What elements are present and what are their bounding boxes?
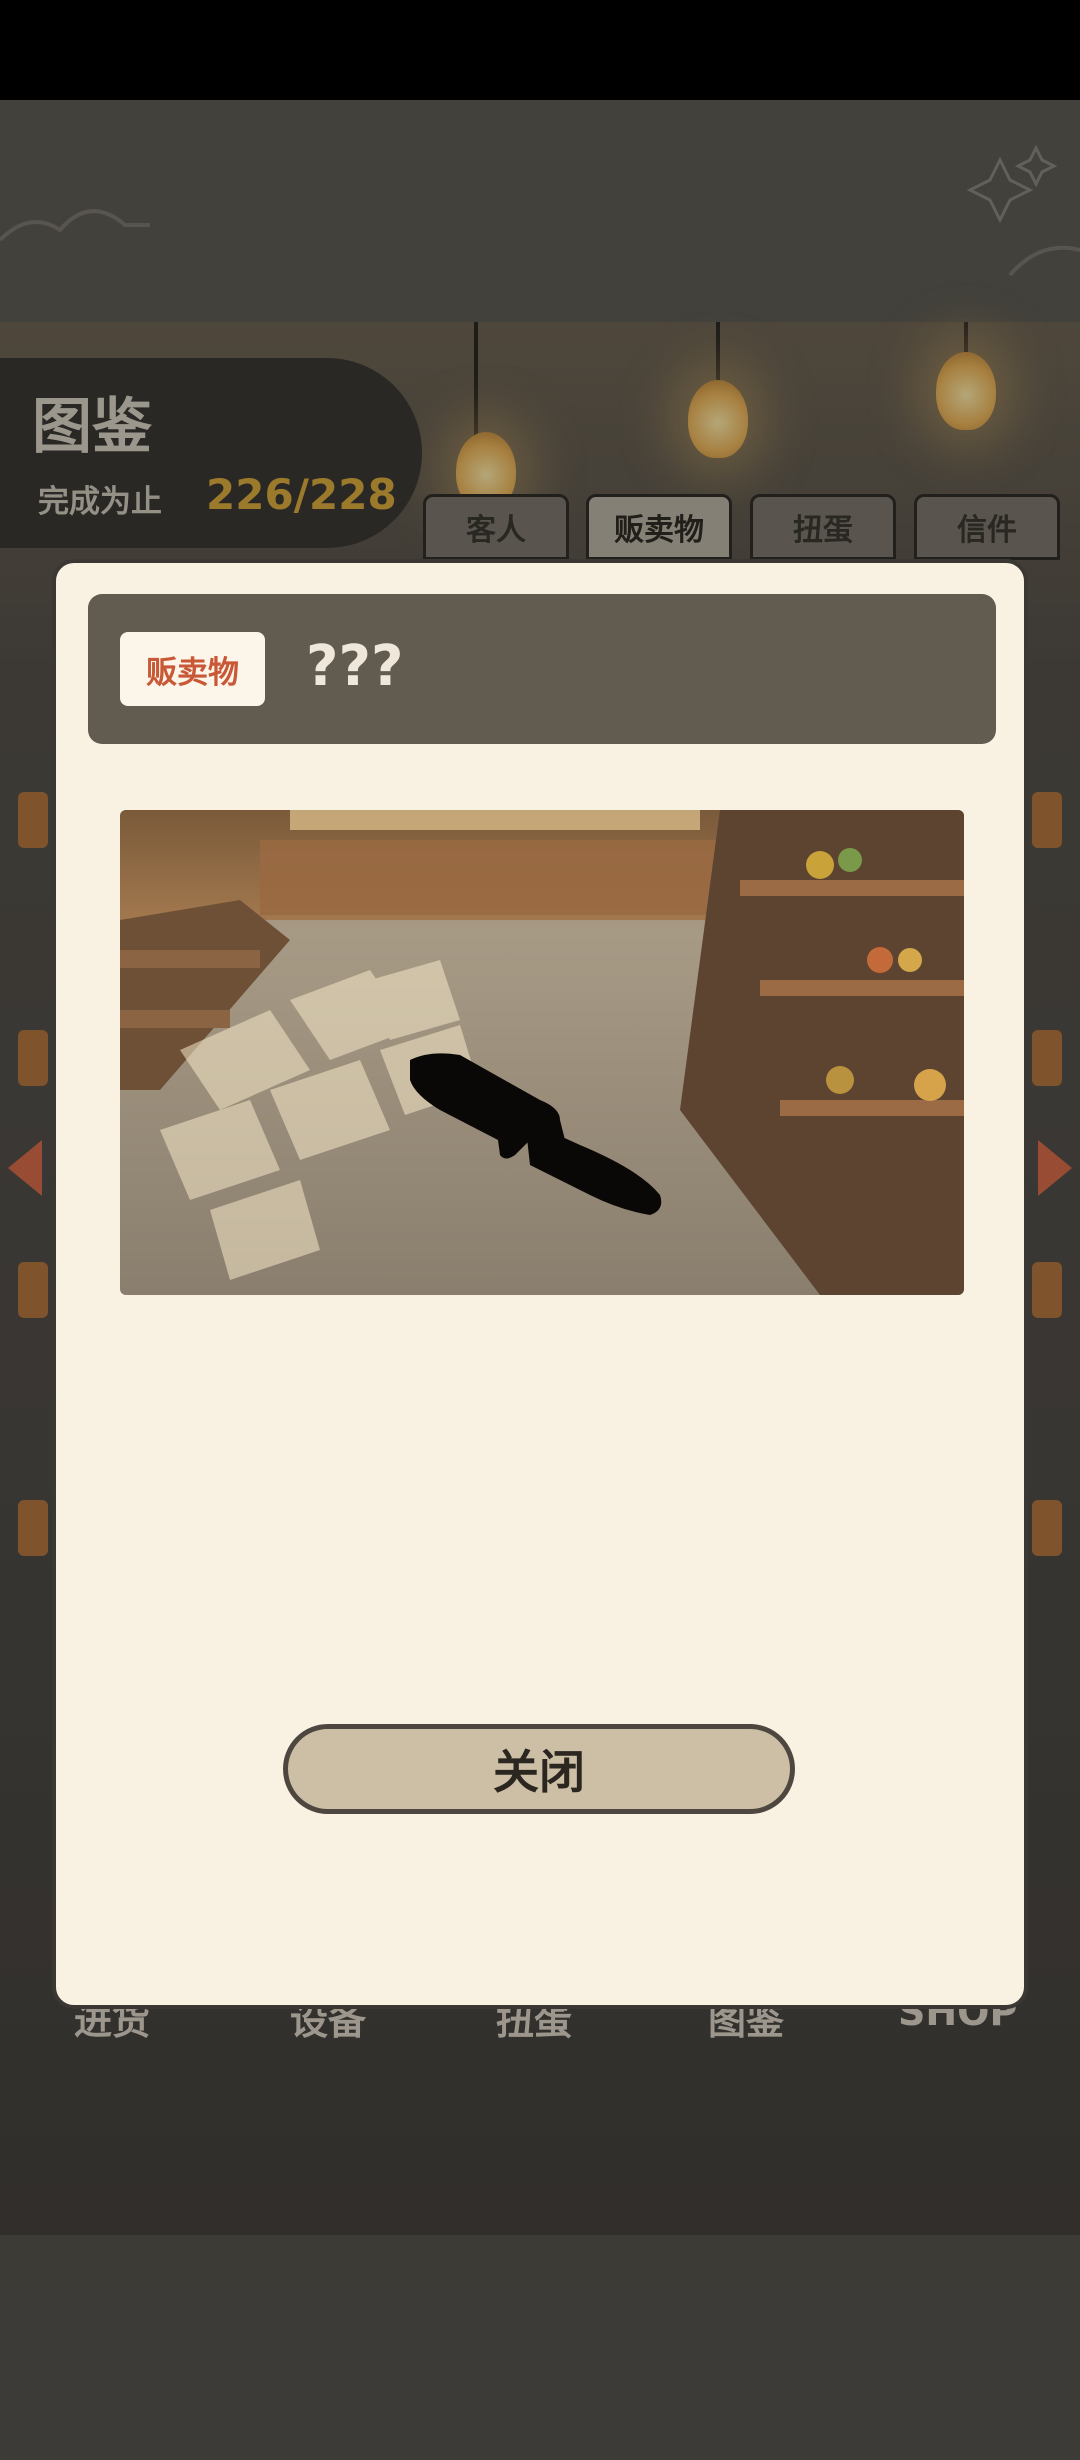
- status-bar: [0, 0, 1080, 100]
- category-badge: 贩卖物: [120, 632, 265, 706]
- item-preview-image: [120, 810, 964, 1295]
- item-name: ???: [306, 634, 404, 699]
- close-button[interactable]: 关闭: [283, 1724, 795, 1814]
